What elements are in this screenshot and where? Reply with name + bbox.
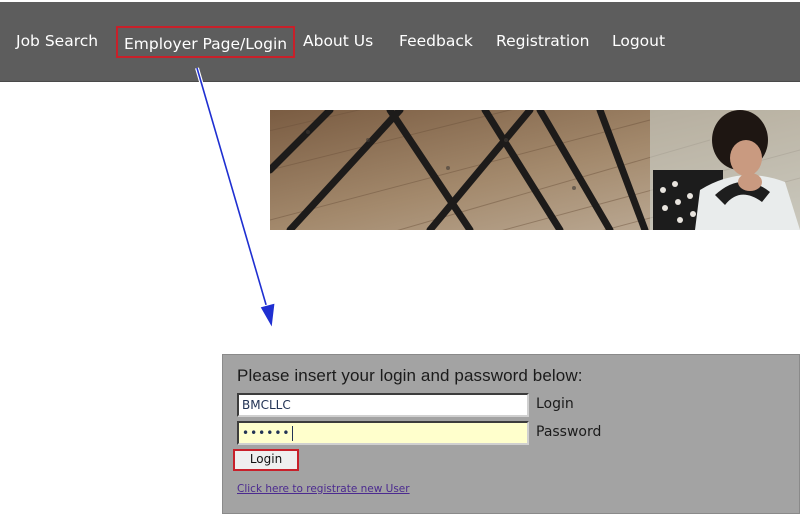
login-button[interactable]: Login <box>233 449 299 471</box>
banner-photo <box>270 110 800 230</box>
nav-employer-page-login[interactable]: Employer Page/Login <box>116 26 296 58</box>
password-input[interactable]: •••••• <box>237 421 529 445</box>
password-mask: •••••• <box>242 426 291 440</box>
login-instructions: Please insert your login and password be… <box>237 366 583 385</box>
text-cursor <box>292 426 294 441</box>
nav-logout[interactable]: Logout <box>612 2 665 81</box>
nav-job-search[interactable]: Job Search <box>16 2 98 81</box>
nav-about-us[interactable]: About Us <box>303 2 373 81</box>
password-field-label: Password <box>536 424 602 440</box>
top-navbar: Job Search Employer Page/Login About Us … <box>0 2 800 82</box>
nav-feedback[interactable]: Feedback <box>399 2 473 81</box>
login-field-label: Login <box>536 396 574 412</box>
login-panel: Please insert your login and password be… <box>222 354 800 514</box>
header-banner-image <box>270 110 800 230</box>
register-new-user-link[interactable]: Click here to registrate new User <box>237 483 410 495</box>
login-input[interactable] <box>237 393 529 417</box>
nav-registration[interactable]: Registration <box>496 2 589 81</box>
